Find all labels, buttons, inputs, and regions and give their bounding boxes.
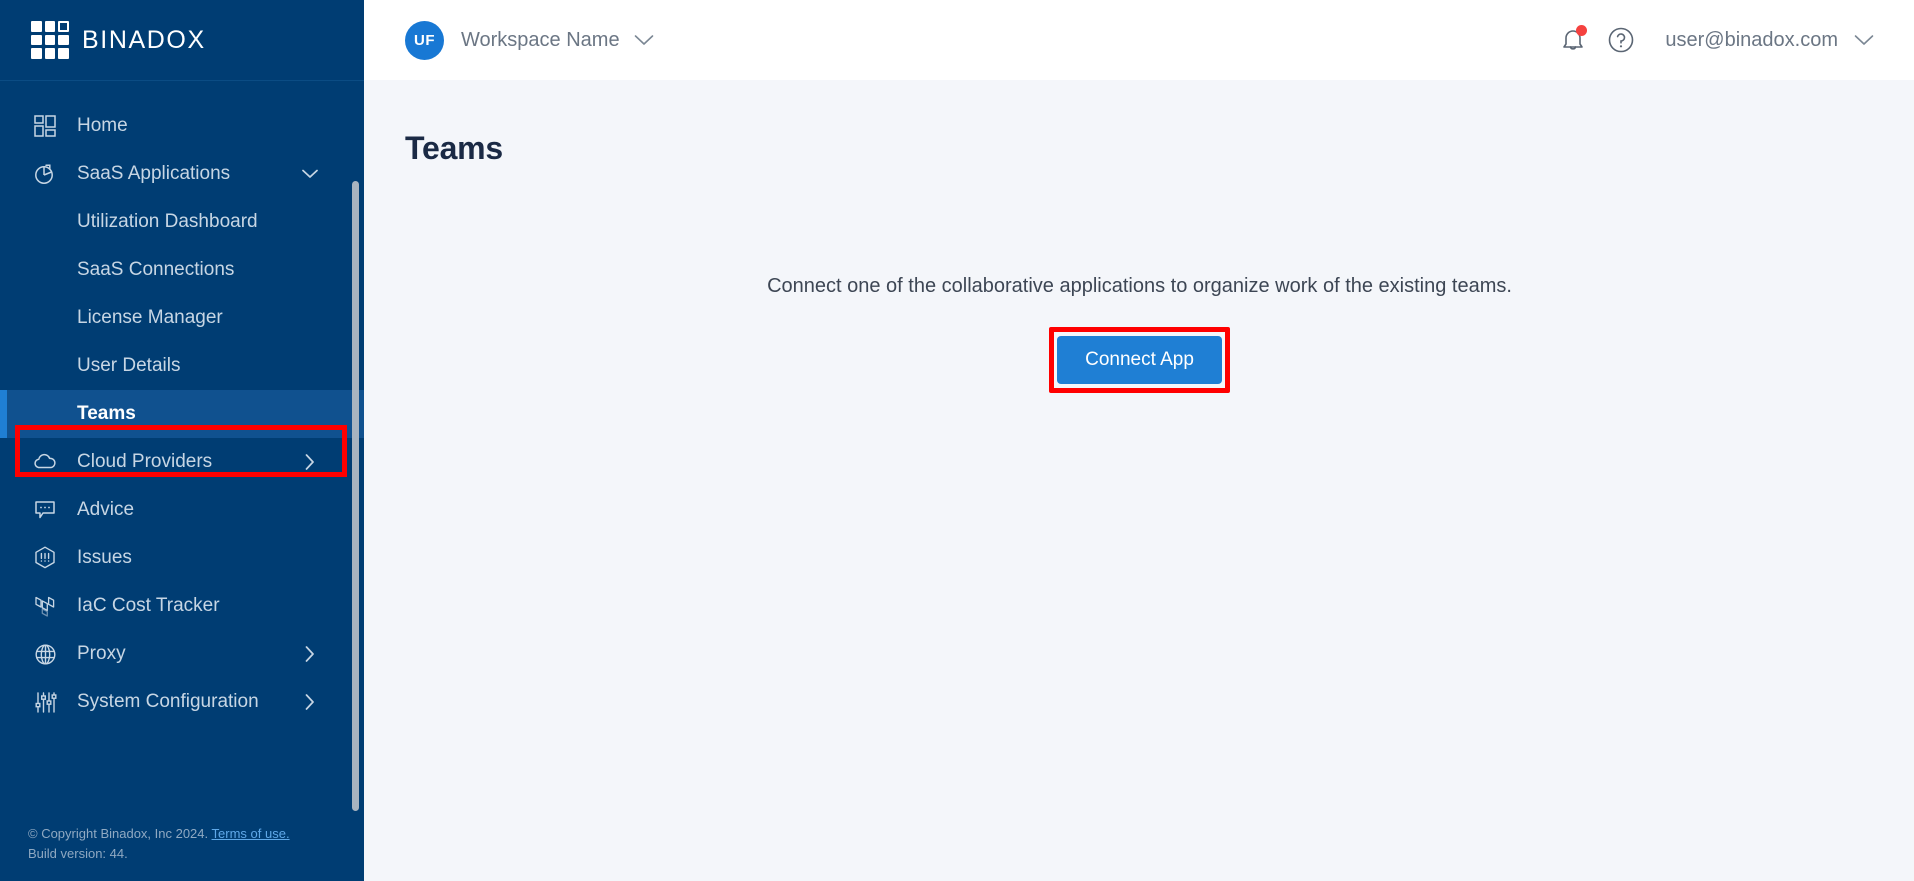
- sidebar-item-user-details[interactable]: User Details: [0, 342, 364, 390]
- logo-cell: [58, 48, 69, 59]
- chevron-down-icon[interactable]: [1854, 34, 1874, 46]
- notifications-button[interactable]: [1549, 16, 1597, 64]
- empty-state: Connect one of the collaborative applica…: [405, 275, 1874, 393]
- connect-app-wrapper: Connect App: [1049, 327, 1230, 393]
- terms-of-use-link[interactable]: Terms of use.: [212, 826, 290, 841]
- sidebar-item-home[interactable]: Home: [0, 102, 364, 150]
- sidebar-item-issues[interactable]: Issues: [0, 534, 364, 582]
- globe-icon: [31, 640, 59, 668]
- chevron-down-icon[interactable]: [302, 166, 318, 182]
- chevron-right-icon[interactable]: [302, 646, 318, 662]
- sidebar-item-label: SaaS Connections: [77, 259, 235, 280]
- hexagon-alert-icon: [31, 544, 59, 572]
- sidebar-item-saas-connections[interactable]: SaaS Connections: [0, 246, 364, 294]
- chevron-down-icon[interactable]: [634, 34, 654, 46]
- app-root: BINADOX Home SaaS Applications Utilizati…: [0, 0, 1914, 881]
- sidebar-item-cloud-providers[interactable]: Cloud Providers: [0, 438, 364, 486]
- chevron-right-icon[interactable]: [302, 694, 318, 710]
- sidebar-item-advice[interactable]: Advice: [0, 486, 364, 534]
- connect-app-button[interactable]: Connect App: [1057, 336, 1222, 384]
- sidebar-item-system-configuration[interactable]: System Configuration: [0, 678, 364, 726]
- user-email[interactable]: user@binadox.com: [1665, 29, 1838, 52]
- sidebar-item-proxy[interactable]: Proxy: [0, 630, 364, 678]
- sidebar-item-label: System Configuration: [77, 691, 259, 712]
- topbar: UF Workspace Name user@binadox.com: [364, 0, 1914, 80]
- sidebar-item-label: SaaS Applications: [77, 163, 231, 184]
- binadox-grid-logo-icon: [31, 21, 69, 59]
- logo-cell: [58, 34, 69, 46]
- workspace-avatar: UF: [405, 20, 444, 60]
- content-area: Teams Connect one of the collaborative a…: [364, 80, 1914, 881]
- brand-name: BINADOX: [82, 25, 206, 54]
- sidebar-item-label: Home: [77, 115, 128, 136]
- sidebar: BINADOX Home SaaS Applications Utilizati…: [0, 0, 364, 881]
- sidebar-item-label: IaC Cost Tracker: [77, 595, 220, 616]
- logo-cell: [44, 34, 56, 46]
- sidebar-item-iac-cost-tracker[interactable]: IaC Cost Tracker: [0, 582, 364, 630]
- sidebar-item-license-manager[interactable]: License Manager: [0, 294, 364, 342]
- logo-cell: [31, 21, 42, 32]
- logo-cell: [44, 48, 56, 59]
- dashboard-grid-icon: [31, 112, 59, 140]
- topbar-actions: user@binadox.com: [1549, 16, 1874, 64]
- copyright-line: © Copyright Binadox, Inc 2024. Terms of …: [28, 824, 364, 844]
- empty-state-message: Connect one of the collaborative applica…: [767, 275, 1512, 297]
- sidebar-item-label: User Details: [77, 355, 181, 376]
- pie-chart-icon: [31, 160, 59, 188]
- logo-cell: [31, 48, 42, 59]
- sidebar-item-saas-applications[interactable]: SaaS Applications: [0, 150, 364, 198]
- sidebar-scrollbar[interactable]: [352, 181, 359, 811]
- sidebar-item-label: Proxy: [77, 643, 126, 664]
- logo-cell-hollow: [58, 21, 69, 32]
- chevron-right-icon[interactable]: [302, 454, 318, 470]
- help-button[interactable]: [1597, 16, 1645, 64]
- logo-cell: [44, 21, 56, 32]
- main-area: UF Workspace Name user@binadox.com Teams…: [364, 0, 1914, 881]
- sliders-icon: [31, 688, 59, 716]
- terraform-icon: [31, 592, 59, 620]
- logo-cell: [31, 34, 42, 46]
- page-title: Teams: [405, 130, 504, 166]
- sidebar-item-label: Advice: [77, 499, 135, 520]
- sidebar-item-label: Teams: [77, 403, 136, 424]
- brand-logo[interactable]: BINADOX: [0, 0, 364, 80]
- sidebar-nav: Home SaaS Applications Utilization Dashb…: [0, 81, 364, 824]
- copyright-text: © Copyright Binadox, Inc 2024.: [28, 826, 209, 841]
- workspace-name: Workspace Name: [461, 28, 620, 51]
- sidebar-item-label: Issues: [77, 547, 132, 568]
- sidebar-item-label: Utilization Dashboard: [77, 211, 258, 232]
- sidebar-footer: © Copyright Binadox, Inc 2024. Terms of …: [0, 824, 364, 881]
- workspace-selector[interactable]: UF Workspace Name: [405, 20, 654, 60]
- sidebar-item-label: Cloud Providers: [77, 451, 213, 472]
- sidebar-item-utilization-dashboard[interactable]: Utilization Dashboard: [0, 198, 364, 246]
- cloud-icon: [31, 448, 59, 476]
- sidebar-item-teams[interactable]: Teams: [0, 390, 364, 438]
- sidebar-item-label: License Manager: [77, 307, 223, 328]
- build-version: Build version: 44.: [28, 845, 128, 861]
- speech-bubble-icon: [31, 496, 59, 524]
